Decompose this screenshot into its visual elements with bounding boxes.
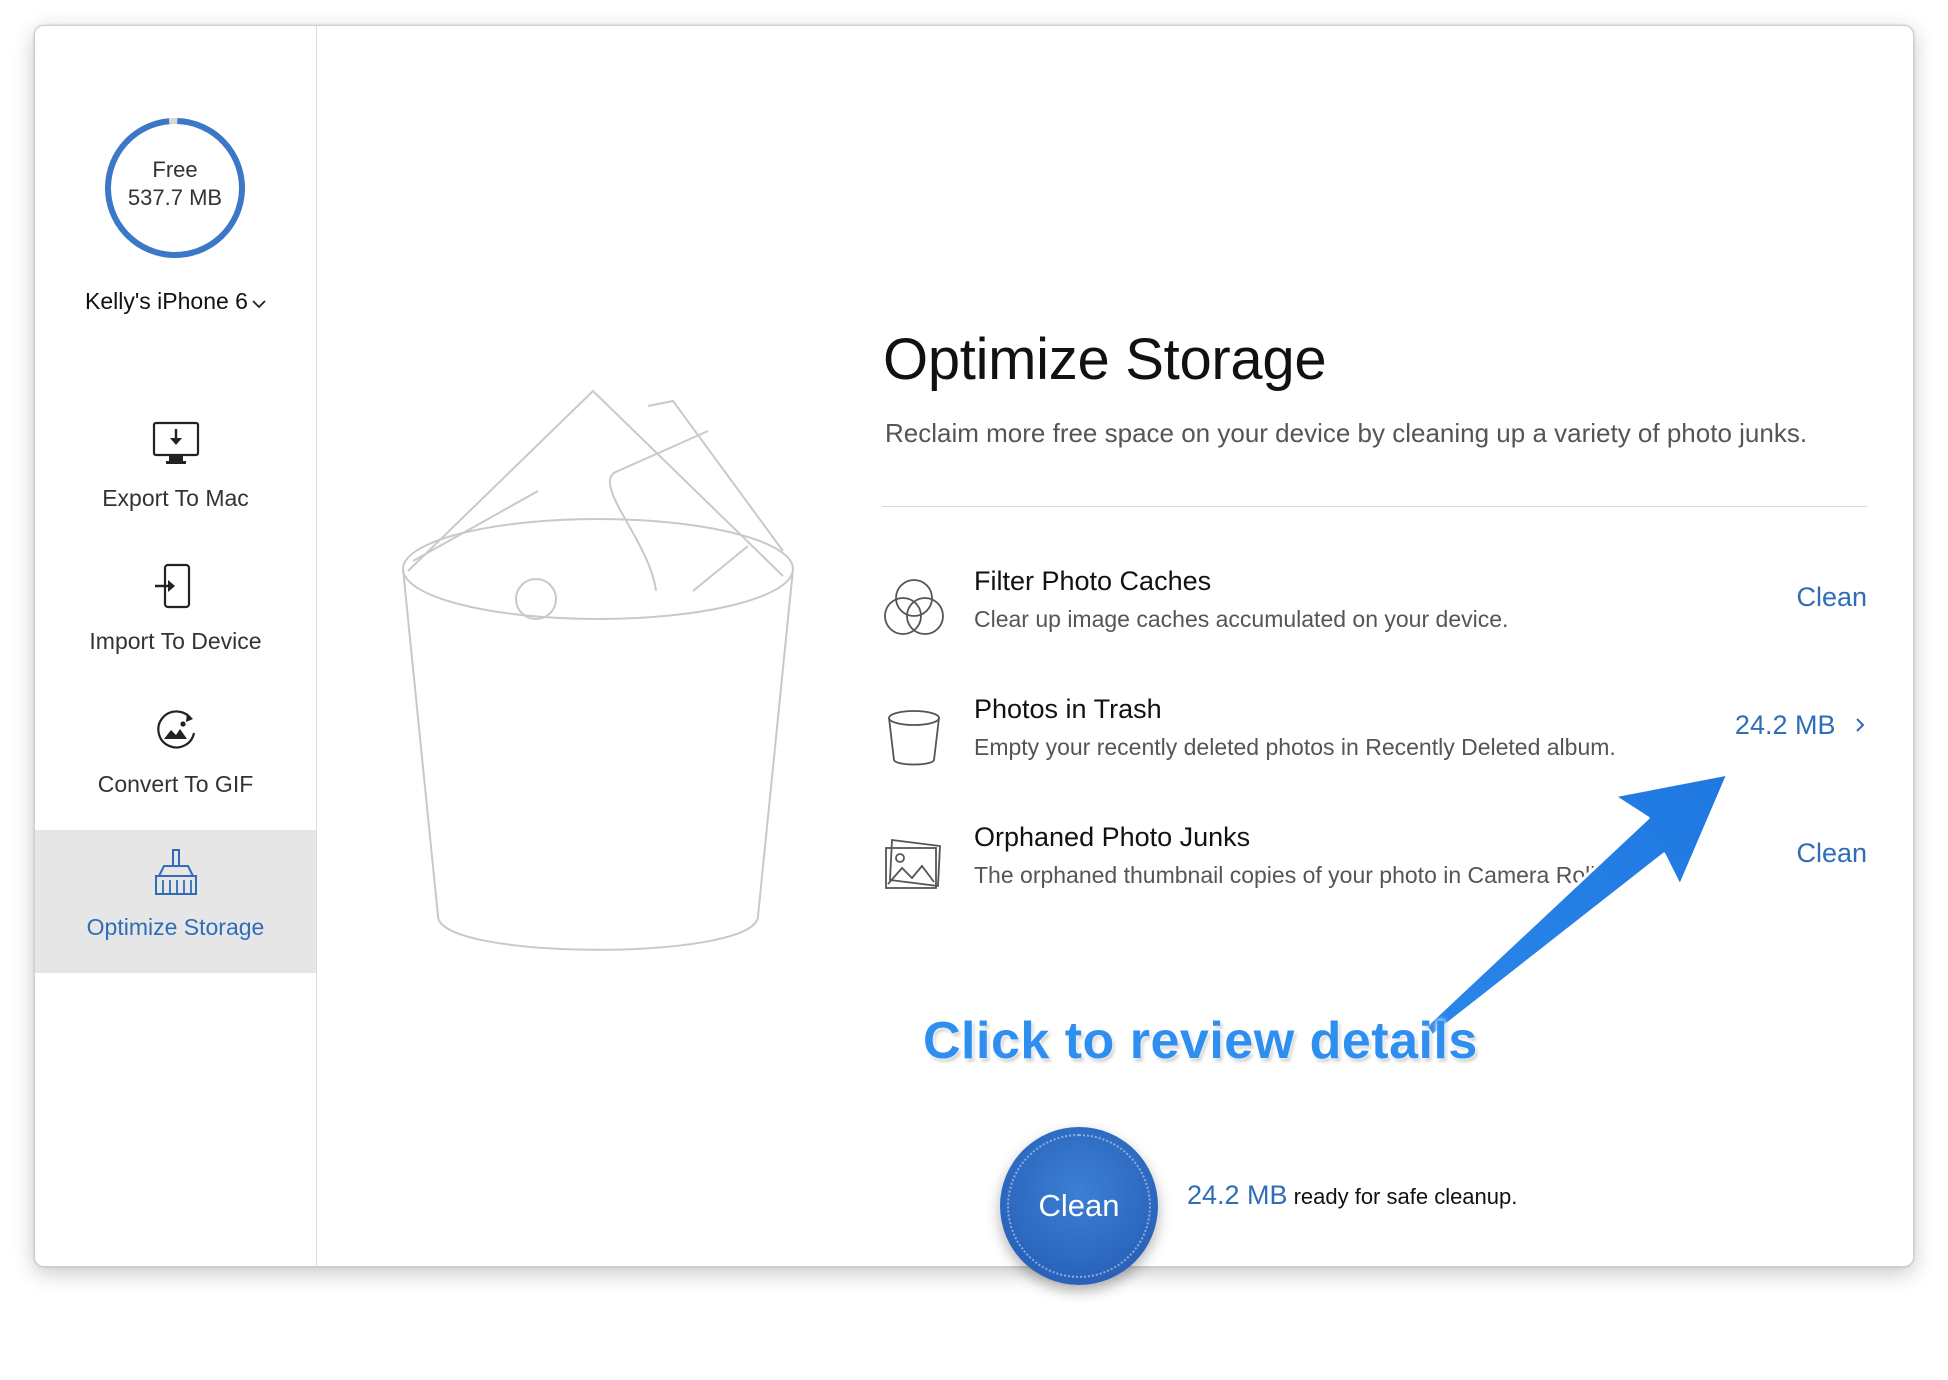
sidebar-item-optimize-storage[interactable]: Optimize Storage xyxy=(35,830,316,973)
row-description: The orphaned thumbnail copies of your ph… xyxy=(974,862,1602,888)
storage-value: 537.7 MB xyxy=(127,185,223,210)
broom-icon xyxy=(155,849,197,895)
row-description: Empty your recently deleted photos in Re… xyxy=(974,734,1616,760)
clean-button-label: Clean xyxy=(1038,1188,1120,1223)
sidebar-item-import-to-device[interactable]: Import To Device xyxy=(35,544,316,687)
storage-label: Free xyxy=(152,157,198,182)
page-subtitle: Reclaim more free space on your device b… xyxy=(885,418,1808,448)
divider xyxy=(882,506,1867,507)
clean-link[interactable]: Clean xyxy=(1796,582,1867,613)
clean-button[interactable]: Clean xyxy=(1000,1127,1158,1285)
filter-circles-icon xyxy=(884,579,944,635)
storage-readout: Free 537.7 MB xyxy=(103,156,247,212)
sidebar-item-convert-to-gif[interactable]: Convert To GIF xyxy=(35,687,316,830)
trash-size-value: 24.2 MB xyxy=(1734,710,1836,740)
trash-bin-icon xyxy=(888,710,940,766)
photo-stack-icon xyxy=(885,838,941,889)
gif-convert-icon xyxy=(157,710,196,749)
row-title: Orphaned Photo Junks xyxy=(974,822,1251,852)
trash-size-link[interactable]: 24.2 MB xyxy=(1735,710,1867,741)
chevron-down-icon xyxy=(251,289,267,316)
list-item-orphaned-photo-junks: Orphaned Photo Junks The orphaned thumbn… xyxy=(882,822,1867,922)
main-panel: Optimize Storage Reclaim more free space… xyxy=(318,26,1913,1266)
monitor-download-icon xyxy=(152,421,200,464)
sidebar-item-label: Optimize Storage xyxy=(86,914,265,940)
row-description: Clear up image caches accumulated on you… xyxy=(974,606,1509,632)
annotation-text: Click to review details xyxy=(923,1012,1478,1070)
sidebar-item-label: Import To Device xyxy=(89,628,262,654)
cleanup-status: 24.2 MB ready for safe cleanup. xyxy=(1187,1180,1517,1211)
cleanup-size: 24.2 MB xyxy=(1187,1180,1288,1210)
row-title: Filter Photo Caches xyxy=(974,566,1212,596)
device-name: Kelly's iPhone 6 xyxy=(85,288,248,314)
device-selector[interactable]: Kelly's iPhone 6 xyxy=(35,288,317,316)
sidebar: Free 537.7 MB Kelly's iPhone 6 Export To… xyxy=(35,26,317,1266)
trash-bin-illustration xyxy=(402,389,794,951)
list-item-filter-photo-caches: Filter Photo Caches Clear up image cache… xyxy=(882,566,1867,666)
sidebar-item-label: Export To Mac xyxy=(102,485,249,511)
sidebar-item-export-to-mac[interactable]: Export To Mac xyxy=(35,401,316,544)
list-item-photos-in-trash: Photos in Trash Empty your recently dele… xyxy=(882,694,1867,794)
chevron-right-icon xyxy=(1843,710,1867,740)
clean-link[interactable]: Clean xyxy=(1796,838,1867,869)
sidebar-item-label: Convert To GIF xyxy=(97,771,254,797)
cleanup-status-text: ready for safe cleanup. xyxy=(1293,1184,1518,1209)
app-window: Free 537.7 MB Kelly's iPhone 6 Export To… xyxy=(34,25,1914,1267)
phone-import-icon xyxy=(155,563,191,609)
row-title: Photos in Trash xyxy=(974,694,1162,724)
page-title: Optimize Storage xyxy=(883,327,1327,392)
